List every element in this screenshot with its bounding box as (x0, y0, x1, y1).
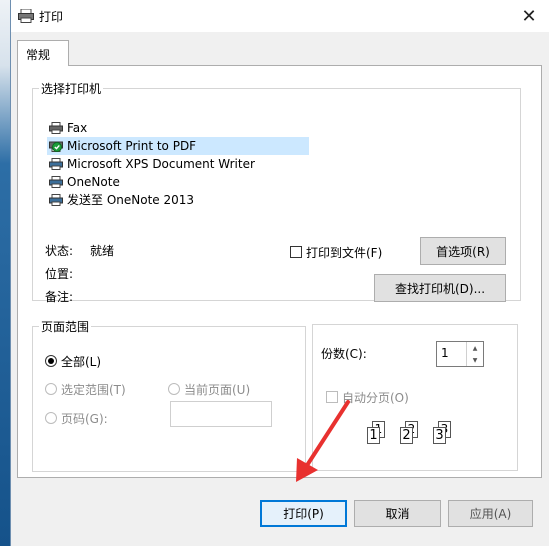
annotation-arrow-icon (296, 400, 350, 482)
tab-general[interactable]: 常规 (17, 40, 69, 66)
